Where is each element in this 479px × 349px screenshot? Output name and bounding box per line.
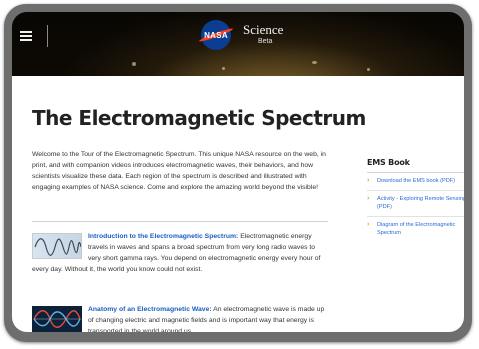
page-content: The Electromagnetic Spectrum Welcome to …	[12, 76, 464, 332]
chevron-right-icon: ›	[367, 220, 370, 228]
chevron-right-icon: ›	[367, 194, 370, 202]
header-divider	[47, 25, 48, 47]
sidebar-title: EMS Book	[367, 158, 410, 167]
browser-viewport: NASA Science Beta The Electromagnetic Sp…	[12, 12, 464, 332]
sidebar-link-label: Download the EMS book (PDF)	[377, 178, 456, 184]
nasa-logo-text: NASA	[204, 30, 228, 40]
sun-spot	[367, 68, 370, 71]
page-title: The Electromagnetic Spectrum	[32, 106, 366, 130]
nasa-logo[interactable]: NASA	[198, 20, 234, 50]
sidebar-link-label: Activity - Exploring Remote Sensing (PDF…	[377, 195, 464, 211]
article-entry: Introduction to the Electromagnetic Spec…	[32, 231, 328, 275]
sidebar-link-activity[interactable]: › Activity - Exploring Remote Sensing (P…	[367, 195, 464, 217]
entry-link-intro-ems[interactable]: Introduction to the Electromagnetic Spec…	[88, 233, 238, 240]
entry-link-anatomy-em-wave[interactable]: Anatomy of an Electromagnetic Wave:	[88, 306, 212, 313]
sidebar-link-label: Diagram of the Electromagnetic Spectrum	[377, 221, 456, 237]
intro-paragraph: Welcome to the Tour of the Electromagnet…	[32, 151, 326, 191]
site-title[interactable]: Science	[243, 23, 283, 36]
sidebar: EMS Book › Download the EMS book (PDF) ›…	[367, 158, 464, 242]
wave-thumbnail[interactable]	[32, 233, 82, 259]
sun-spot	[312, 61, 317, 64]
sidebar-link-download-book[interactable]: › Download the EMS book (PDF)	[367, 177, 464, 191]
em-wave-thumbnail[interactable]	[32, 306, 82, 332]
hamburger-menu-icon[interactable]	[20, 31, 32, 41]
device-frame: NASA Science Beta The Electromagnetic Sp…	[4, 4, 472, 342]
sidebar-divider	[367, 172, 464, 173]
section-divider	[32, 221, 328, 222]
sun-spot	[222, 67, 225, 70]
chevron-right-icon: ›	[367, 177, 370, 184]
site-header: NASA Science Beta	[12, 12, 464, 76]
article-entry: Anatomy of an Electromagnetic Wave: An e…	[32, 304, 328, 332]
sun-spot	[132, 62, 136, 66]
sidebar-link-diagram[interactable]: › Diagram of the Electromagnetic Spectru…	[367, 221, 464, 238]
site-beta-badge: Beta	[258, 38, 273, 45]
